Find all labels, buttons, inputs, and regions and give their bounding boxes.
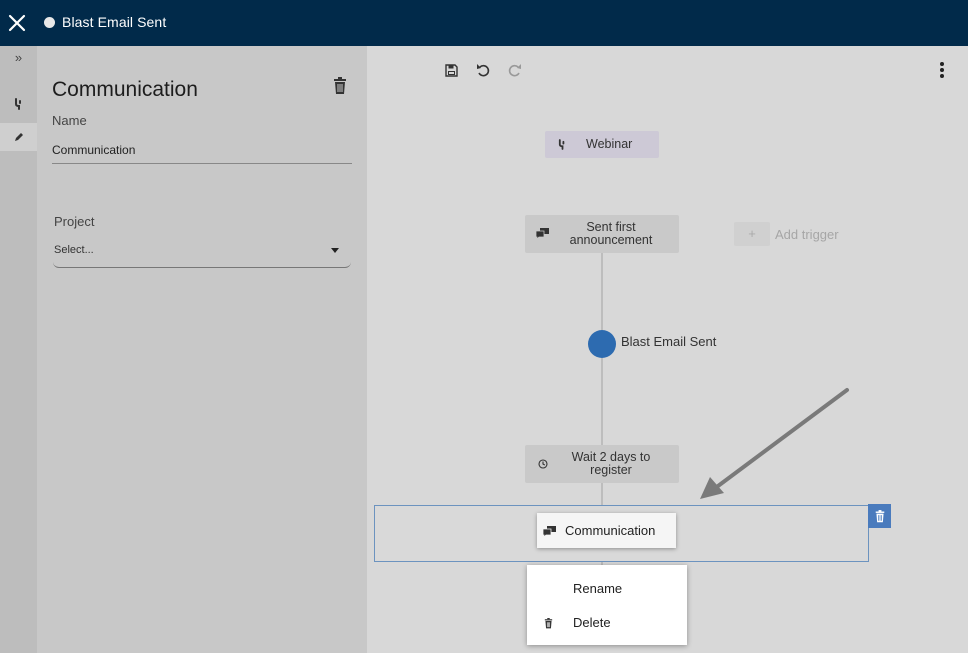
project-label: Project <box>54 214 95 229</box>
flow-icon <box>558 139 565 150</box>
redo-icon[interactable] <box>507 62 523 78</box>
window-title: Blast Email Sent <box>62 14 167 30</box>
trigger-label: Webinar <box>586 137 633 151</box>
rename-label: Rename <box>573 581 623 596</box>
caret-down-icon <box>331 248 339 253</box>
plus-icon: + <box>734 222 770 246</box>
properties-panel: Communication Name Project Select... <box>37 46 367 653</box>
trash-icon[interactable] <box>333 77 347 95</box>
node-communication[interactable]: Communication <box>537 513 676 548</box>
annotation-arrow <box>700 388 849 499</box>
trigger-node-webinar[interactable]: Webinar <box>545 131 659 158</box>
communication-label: Communication <box>565 523 656 538</box>
event-label: Blast Email Sent <box>621 334 717 349</box>
panel-title: Communication <box>52 78 198 101</box>
trash-icon <box>544 616 553 634</box>
delete-label: Delete <box>573 615 611 630</box>
clock-icon <box>538 459 548 469</box>
node-sent-announcement[interactable]: Sent first announcement <box>525 215 679 253</box>
trash-icon[interactable] <box>868 504 891 528</box>
node-wait[interactable]: Wait 2 days to register <box>525 445 679 483</box>
status-dot <box>44 17 55 28</box>
undo-icon[interactable] <box>475 62 491 78</box>
close-icon[interactable] <box>6 12 28 34</box>
menu-item-rename[interactable]: Rename <box>527 573 687 603</box>
flow-canvas[interactable]: Webinar Sent first announcement + Add tr… <box>367 46 968 653</box>
flow-icon[interactable] <box>0 90 37 118</box>
icon-rail: » <box>0 46 37 653</box>
node-label-line2: register <box>590 463 632 477</box>
node-label-line2: announcement <box>569 233 653 247</box>
connector-line <box>601 358 603 445</box>
double-chevron-right-icon[interactable]: » <box>0 46 37 68</box>
menu-item-delete[interactable]: Delete <box>527 607 687 637</box>
top-bar: Blast Email Sent <box>0 0 968 46</box>
add-trigger-label: Add trigger <box>775 227 839 242</box>
pencil-icon[interactable] <box>0 123 37 151</box>
event-node-dot[interactable] <box>588 330 616 358</box>
context-menu: Rename Delete <box>527 565 687 645</box>
connector-line <box>601 253 603 330</box>
project-select-value: Select... <box>54 244 94 256</box>
project-select[interactable]: Select... <box>53 238 351 268</box>
add-trigger-button[interactable]: + Add trigger <box>734 222 842 246</box>
chat-icon <box>536 228 549 239</box>
kebab-menu-icon[interactable] <box>937 62 947 78</box>
save-icon[interactable] <box>443 62 459 78</box>
name-field[interactable] <box>52 137 352 164</box>
name-label: Name <box>52 113 87 128</box>
chat-icon <box>543 526 556 537</box>
